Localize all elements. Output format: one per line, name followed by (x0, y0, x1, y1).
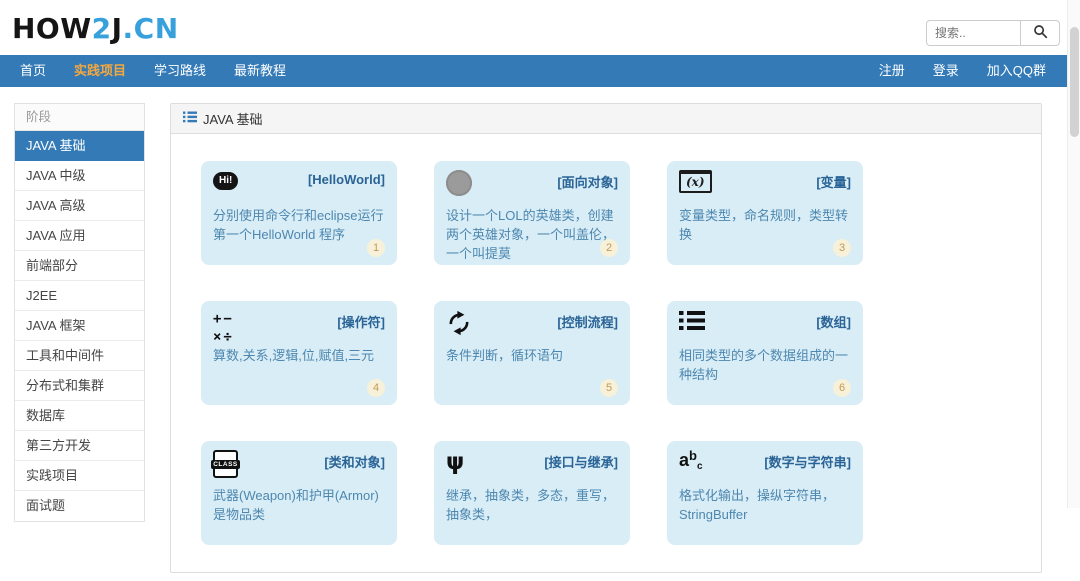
course-card-oop[interactable]: [面向对象] 设计一个LOL的英雄类，创建两个英雄对象，一个叫盖伦，一个叫提莫 … (434, 161, 630, 265)
search-bar (926, 20, 1060, 46)
card-number-badge: 4 (367, 379, 385, 397)
nav-item-practice-projects[interactable]: 实践项目 (60, 55, 140, 87)
card-description: 分别使用命令行和eclipse运行第一个HelloWorld 程序 (213, 207, 387, 245)
sidebar-item-interview-questions[interactable]: 面试题 (15, 491, 144, 521)
nav-item-register[interactable]: 注册 (865, 55, 919, 87)
nav-spacer (300, 55, 865, 87)
object-circle-icon (446, 170, 472, 196)
operators-icon: +− ×÷ (213, 311, 234, 345)
card-title: [面向对象] (557, 172, 618, 191)
sidebar-item-distributed-cluster[interactable]: 分布式和集群 (15, 371, 144, 401)
card-title: [控制流程] (557, 312, 618, 331)
sidebar-item-java-basics[interactable]: JAVA 基础 (15, 131, 144, 161)
course-card-variables[interactable]: (x) [变量] 变量类型，命名规则，类型转换 3 (667, 161, 863, 265)
card-title: [HelloWorld] (308, 172, 385, 187)
site-header: HOW2J.CN (0, 0, 1080, 55)
card-number-badge: 5 (600, 379, 618, 397)
card-number-badge: 1 (367, 239, 385, 257)
course-card-numbers-strings[interactable]: abc [数字与字符串] 格式化输出，操纵字符串，StringBuffer (667, 441, 863, 545)
card-title: [接口与继承] (544, 452, 618, 471)
main-navbar: 首页 实践项目 学习路线 最新教程 注册 登录 加入QQ群 (0, 55, 1080, 87)
sidebar-item-tools-middleware[interactable]: 工具和中间件 (15, 341, 144, 371)
card-description: 武器(Weapon)和护甲(Armor)是物品类 (213, 487, 387, 525)
card-description: 条件判断，循环语句 (446, 347, 620, 366)
variable-icon: (x) (679, 170, 712, 193)
loop-arrows-icon (446, 310, 472, 341)
class-file-label: CLASS (211, 460, 240, 469)
card-title: [数组] (816, 312, 851, 331)
logo-part: HOW (12, 12, 92, 45)
nav-item-login[interactable]: 登录 (919, 55, 973, 87)
card-description: 相同类型的多个数据组成的一种结构 (679, 347, 853, 385)
search-button[interactable] (1020, 20, 1060, 46)
list-bullets-icon (679, 310, 705, 336)
course-card-control-flow[interactable]: [控制流程] 条件判断，循环语句 5 (434, 301, 630, 405)
card-title: [类和对象] (324, 452, 385, 471)
sidebar-item-java-frameworks[interactable]: JAVA 框架 (15, 311, 144, 341)
sidebar-title: 阶段 (15, 104, 144, 131)
magnifier-icon (1033, 24, 1048, 42)
panel-header: JAVA 基础 (171, 104, 1041, 134)
logo-part: 2 (92, 12, 112, 45)
sidebar-item-frontend[interactable]: 前端部分 (15, 251, 144, 281)
stage-sidebar: 阶段 JAVA 基础 JAVA 中级 JAVA 高级 JAVA 应用 前端部分 … (14, 103, 145, 522)
card-title: [变量] (816, 172, 851, 191)
course-card-interfaces-inheritance[interactable]: ψ [接口与继承] 继承，抽象类，多态，重写，抽象类， (434, 441, 630, 545)
course-panel: JAVA 基础 Hi! [HelloWorld] 分别使用命令行和eclipse… (170, 103, 1042, 573)
card-description: 格式化输出，操纵字符串，StringBuffer (679, 487, 853, 525)
class-file-icon: CLASS (213, 450, 238, 478)
abc-letter: a (679, 450, 689, 470)
card-number-badge: 6 (833, 379, 851, 397)
hi-bubble-icon: Hi! (213, 172, 238, 190)
list-icon (183, 111, 197, 126)
card-grid: Hi! [HelloWorld] 分别使用命令行和eclipse运行第一个Hel… (171, 134, 1041, 581)
search-input[interactable] (926, 20, 1020, 46)
card-title: [操作符] (337, 312, 385, 331)
usb-icon: ψ (446, 449, 464, 475)
nav-item-learning-path[interactable]: 学习路线 (140, 55, 220, 87)
scrollbar-thumb[interactable] (1070, 27, 1079, 137)
nav-item-join-qq-group[interactable]: 加入QQ群 (973, 55, 1060, 87)
panel-title: JAVA 基础 (203, 109, 262, 128)
sidebar-item-java-advanced[interactable]: JAVA 高级 (15, 191, 144, 221)
card-title: [数字与字符串] (764, 452, 851, 471)
page-scrollbar[interactable] (1067, 0, 1080, 508)
course-card-operators[interactable]: +− ×÷ [操作符] 算数,关系,逻辑,位,赋值,三元 4 (201, 301, 397, 405)
abc-letter: b (689, 448, 697, 463)
abc-letter: c (697, 461, 703, 472)
course-card-arrays[interactable]: [数组] 相同类型的多个数据组成的一种结构 6 (667, 301, 863, 405)
abc-letters-icon: abc (679, 453, 703, 470)
sidebar-item-j2ee[interactable]: J2EE (15, 281, 144, 311)
nav-item-latest-tutorials[interactable]: 最新教程 (220, 55, 300, 87)
card-description: 算数,关系,逻辑,位,赋值,三元 (213, 347, 387, 366)
site-logo[interactable]: HOW2J.CN (12, 12, 179, 45)
logo-part: .CN (123, 12, 179, 45)
sidebar-item-java-applications[interactable]: JAVA 应用 (15, 221, 144, 251)
course-card-helloworld[interactable]: Hi! [HelloWorld] 分别使用命令行和eclipse运行第一个Hel… (201, 161, 397, 265)
logo-part: J (112, 12, 123, 45)
card-description: 继承，抽象类，多态，重写，抽象类， (446, 487, 620, 525)
sidebar-item-thirdparty-dev[interactable]: 第三方开发 (15, 431, 144, 461)
sidebar-item-practice-projects[interactable]: 实践项目 (15, 461, 144, 491)
sidebar-item-java-intermediate[interactable]: JAVA 中级 (15, 161, 144, 191)
card-number-badge: 3 (833, 239, 851, 257)
sidebar-item-database[interactable]: 数据库 (15, 401, 144, 431)
nav-item-home[interactable]: 首页 (6, 55, 60, 87)
card-description: 变量类型，命名规则，类型转换 (679, 207, 853, 245)
card-description: 设计一个LOL的英雄类，创建两个英雄对象，一个叫盖伦，一个叫提莫 (446, 207, 620, 264)
course-card-classes-objects[interactable]: CLASS [类和对象] 武器(Weapon)和护甲(Armor)是物品类 (201, 441, 397, 545)
card-number-badge: 2 (600, 239, 618, 257)
